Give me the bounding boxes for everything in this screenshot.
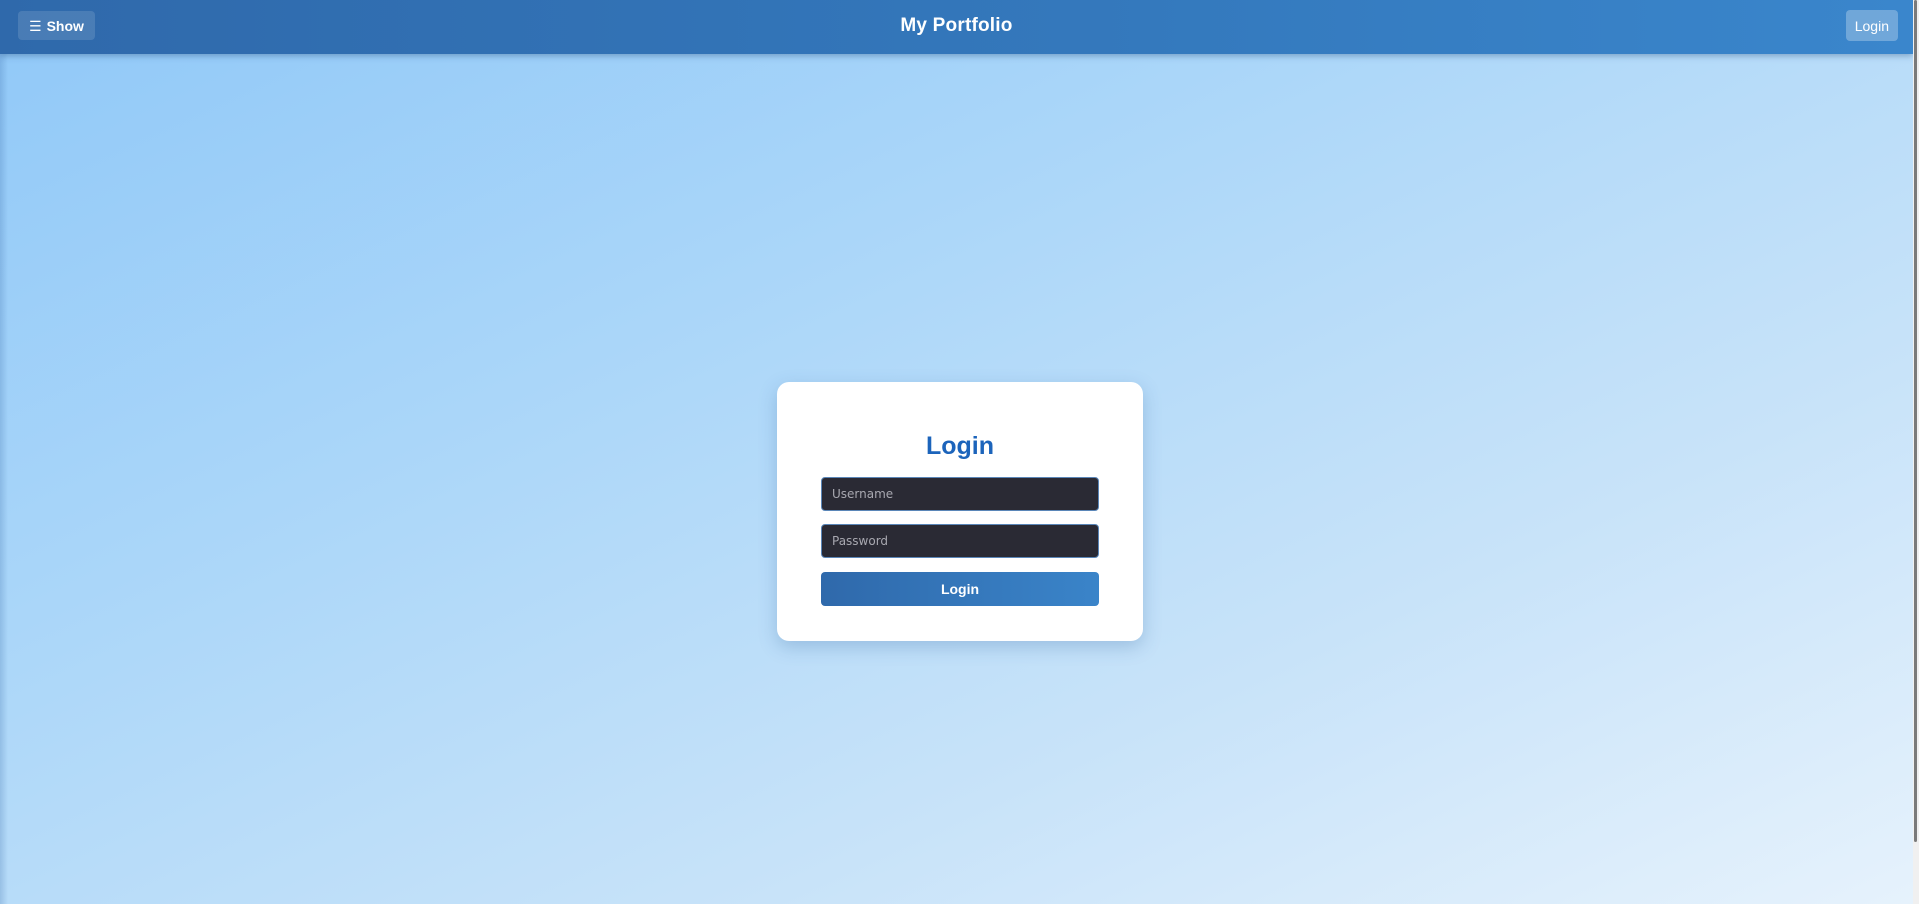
navbar-login-button[interactable]: Login [1845,10,1898,41]
app-title: My Portfolio [900,15,1013,36]
login-submit-button[interactable]: Login [821,572,1099,606]
page-edge-shadow [0,54,8,904]
top-navbar: ☰ Show My Portfolio Login [0,0,1913,54]
vertical-scrollbar[interactable] [1913,0,1919,904]
password-input[interactable] [821,524,1099,558]
login-title: Login [925,432,995,460]
username-input[interactable] [821,477,1099,511]
login-card: Login Login [777,382,1143,641]
scrollbar-thumb[interactable] [1914,0,1917,842]
